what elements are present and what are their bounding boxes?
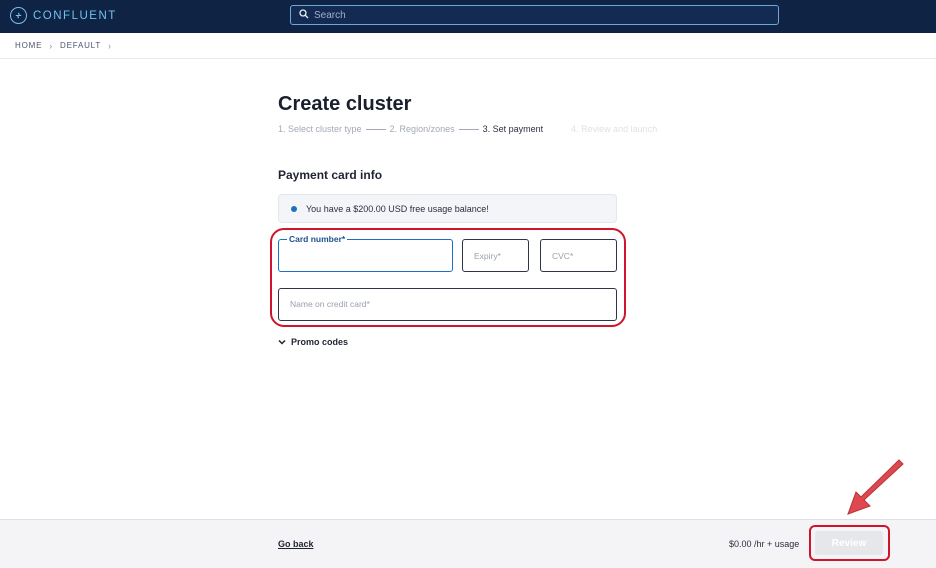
confluent-logo-icon	[10, 7, 27, 24]
search-placeholder: Search	[314, 9, 346, 21]
breadcrumb-default[interactable]: DEFAULT	[60, 41, 101, 50]
chevron-down-icon	[278, 339, 286, 345]
breadcrumb: HOME › DEFAULT ›	[0, 33, 936, 59]
info-dot-icon	[291, 205, 297, 212]
card-number-field[interactable]: Card number*	[278, 234, 453, 272]
top-navigation-bar: CONFLUENT Search	[0, 0, 936, 33]
chevron-right-icon: ›	[49, 40, 54, 51]
price-estimate: $0.00 /hr + usage	[729, 539, 800, 549]
free-balance-text: You have a $200.00 USD free usage balanc…	[306, 203, 489, 214]
breadcrumb-home[interactable]: HOME	[15, 41, 42, 50]
step-connector	[365, 128, 386, 130]
expiry-placeholder: Expiry*	[474, 251, 501, 261]
promo-codes-toggle[interactable]: Promo codes	[278, 337, 348, 347]
footer-bar: Go back $0.00 /hr + usage Review	[0, 519, 936, 568]
free-balance-notice: You have a $200.00 USD free usage balanc…	[278, 194, 617, 223]
name-on-card-field[interactable]: Name on credit card*	[278, 288, 617, 321]
cvc-placeholder: CVC*	[552, 251, 574, 261]
search-icon	[299, 6, 309, 24]
payment-section-title: Payment card info	[278, 168, 383, 182]
annotation-arrow-icon	[847, 459, 904, 515]
search-input[interactable]: Search	[290, 5, 779, 25]
step-3: 3. Set payment	[482, 124, 544, 134]
go-back-link[interactable]: Go back	[278, 539, 314, 549]
promo-codes-label: Promo codes	[291, 337, 349, 347]
step-4: 4. Review and launch	[571, 124, 658, 134]
stepper: 1. Select cluster type 2. Region/zones 3…	[278, 124, 657, 134]
step-connector	[458, 128, 479, 130]
expiry-field[interactable]: Expiry*	[462, 239, 529, 272]
review-button[interactable]: Review	[815, 531, 883, 555]
page-title: Create cluster	[278, 93, 412, 115]
step-1: 1. Select cluster type	[278, 124, 362, 134]
step-2: 2. Region/zones	[389, 124, 455, 134]
name-on-card-placeholder: Name on credit card*	[290, 299, 370, 309]
card-number-input[interactable]	[279, 240, 452, 271]
chevron-right-icon: ›	[108, 40, 112, 51]
brand[interactable]: CONFLUENT	[10, 7, 117, 24]
cvc-field[interactable]: CVC*	[540, 239, 617, 272]
brand-name: CONFLUENT	[33, 9, 117, 22]
